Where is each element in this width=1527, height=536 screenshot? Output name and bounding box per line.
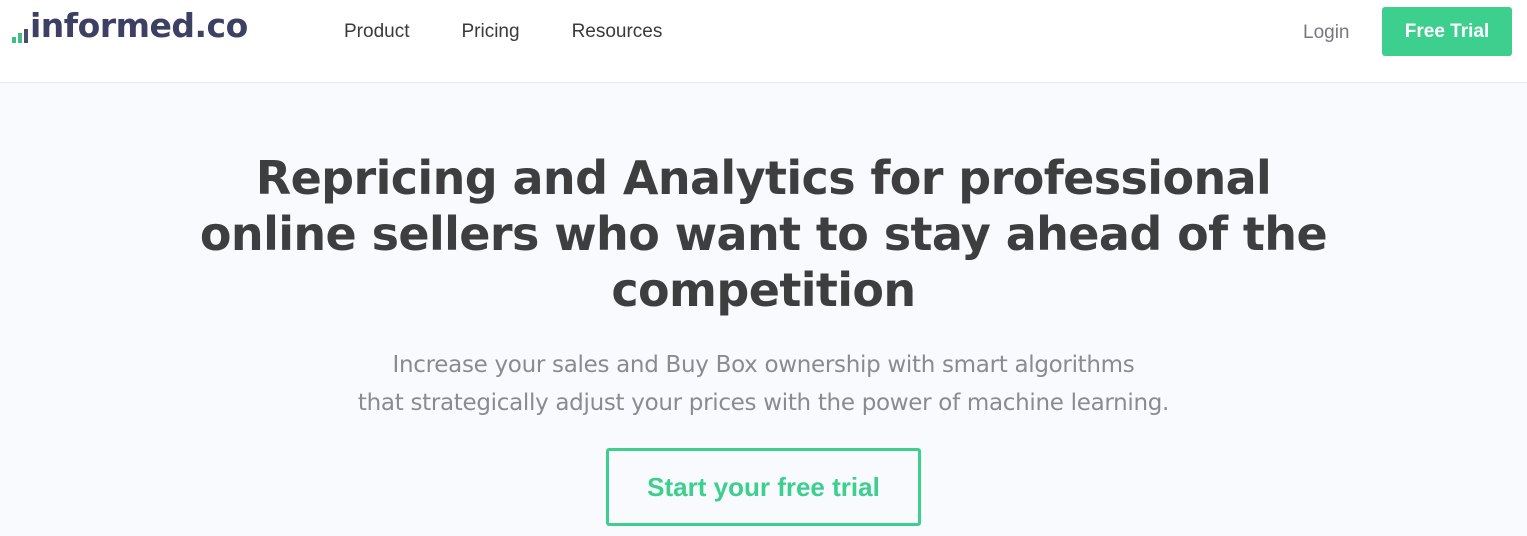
hero-subtitle-line-2: that strategically adjust your prices wi… xyxy=(357,390,1170,416)
main-nav: Product Pricing Resources xyxy=(344,20,662,44)
nav-resources[interactable]: Resources xyxy=(572,20,663,44)
hero-section: Repricing and Analytics for professional… xyxy=(0,84,1527,526)
logo-bars-icon xyxy=(12,29,28,43)
start-free-trial-button[interactable]: Start your free trial xyxy=(606,448,921,526)
free-trial-button[interactable]: Free Trial xyxy=(1382,7,1512,56)
logo[interactable]: informed.co xyxy=(12,4,248,48)
logo-text: informed.co xyxy=(30,6,248,45)
login-link[interactable]: Login xyxy=(1303,21,1350,45)
top-navbar: informed.co Product Pricing Resources Lo… xyxy=(0,0,1527,83)
nav-pricing[interactable]: Pricing xyxy=(461,20,519,44)
hero-subtitle: Increase your sales and Buy Box ownershi… xyxy=(314,346,1214,422)
hero-subtitle-line-1: Increase your sales and Buy Box ownershi… xyxy=(392,352,1135,378)
nav-product[interactable]: Product xyxy=(344,20,409,44)
hero-title: Repricing and Analytics for professional… xyxy=(199,151,1328,317)
